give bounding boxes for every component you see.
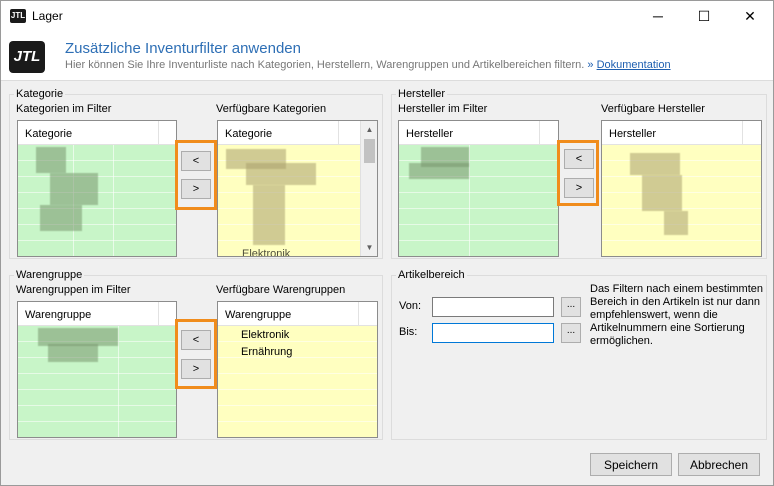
bis-browse-button[interactable]: ... [561,323,581,343]
close-button[interactable]: ✕ [727,1,773,31]
list-column-header[interactable]: Warengruppe [18,302,176,326]
hersteller-legend: Hersteller [396,88,448,100]
list-column-header[interactable]: Kategorie [218,121,360,145]
von-label: Von: [399,300,422,312]
app-icon: JTL [10,9,26,23]
list-column-header[interactable]: Hersteller [399,121,558,145]
list-column-header[interactable]: Hersteller [602,121,761,145]
verfuegbare-hersteller-label: Verfügbare Hersteller [601,103,705,115]
list-item[interactable]: Ernährung [241,346,292,358]
add-warengruppe-button[interactable]: > [181,359,211,379]
kategorie-legend: Kategorie [14,88,66,100]
blurred-entry [36,147,66,173]
artikelbereich-legend: Artikelbereich [396,269,467,281]
list-scrollbar[interactable]: ▲ ▼ [360,121,377,256]
verfuegbare-warengruppen-label: Verfügbare Warengruppen [216,284,346,296]
von-browse-button[interactable]: ... [561,297,581,317]
warengruppen-im-filter-label: Warengruppen im Filter [16,284,131,296]
verfuegbare-kategorien-list[interactable]: Kategorie Elektronik ▲ ▼ [217,120,378,257]
blurred-entry [246,163,316,185]
blurred-entry [642,175,682,211]
bis-label: Bis: [399,326,418,338]
column-header-label: Kategorie [25,128,73,140]
bis-input[interactable] [432,323,554,343]
column-header-label: Warengruppe [225,309,292,321]
link-prefix: » [587,59,594,71]
kategorien-im-filter-label: Kategorien im Filter [16,103,112,115]
kategorien-im-filter-list[interactable]: Kategorie [17,120,177,257]
hersteller-im-filter-label: Hersteller im Filter [398,103,488,115]
list-rows: Elektronik Ernährung [218,326,377,437]
list-item-partial[interactable]: Elektronik [242,248,290,256]
blurred-entry [253,185,285,245]
von-input[interactable] [432,297,554,317]
list-rows [399,145,558,256]
window-title: Lager [32,9,63,23]
list-item[interactable]: Elektronik [241,329,289,341]
dialog-subtitle: Hier können Sie Ihre Inventurliste nach … [65,59,671,71]
remove-hersteller-button[interactable]: < [564,149,594,169]
column-header-label: Hersteller [609,128,657,140]
maximize-button[interactable]: ☐ [681,1,727,31]
list-rows: Elektronik [218,145,360,256]
verfuegbare-kategorien-label: Verfügbare Kategorien [216,103,327,115]
add-kategorie-button[interactable]: > [181,179,211,199]
blurred-entry [50,173,98,205]
list-column-header[interactable]: Kategorie [18,121,176,145]
column-header-label: Hersteller [406,128,454,140]
warengruppe-legend: Warengruppe [14,269,85,281]
documentation-link[interactable]: Dokumentation [597,59,671,71]
list-column-header[interactable]: Warengruppe [218,302,377,326]
dialog-title: Zusätzliche Inventurfilter anwenden [65,40,301,57]
list-rows [18,145,176,256]
blurred-entry [48,344,98,362]
verfuegbare-hersteller-list[interactable]: Hersteller [601,120,762,257]
warengruppen-im-filter-list[interactable]: Warengruppe [17,301,177,438]
blurred-entry [664,211,688,235]
subtitle-text: Hier können Sie Ihre Inventurliste nach … [65,59,585,71]
blurred-entry [409,163,469,179]
dialog-window: JTL Lager ─ ☐ ✕ JTL Zusätzliche Inventur… [0,0,774,486]
minimize-button[interactable]: ─ [635,1,681,31]
hersteller-im-filter-list[interactable]: Hersteller [398,120,559,257]
remove-warengruppe-button[interactable]: < [181,330,211,350]
list-rows [602,145,761,256]
column-header-label: Kategorie [225,128,273,140]
save-button[interactable]: Speichern [590,453,672,476]
scroll-thumb[interactable] [364,139,375,163]
remove-kategorie-button[interactable]: < [181,151,211,171]
blurred-entry [630,153,680,175]
scroll-up-arrow[interactable]: ▲ [361,121,377,138]
cancel-button[interactable]: Abbrechen [678,453,760,476]
artikelbereich-note: Das Filtern nach einem bestimmten Bereic… [590,283,764,347]
column-header-label: Warengruppe [25,309,92,321]
verfuegbare-warengruppen-list[interactable]: Warengruppe Elektronik Ernährung [217,301,378,438]
dialog-header: JTL Zusätzliche Inventurfilter anwenden … [1,31,773,81]
scroll-down-arrow[interactable]: ▼ [361,239,377,256]
add-hersteller-button[interactable]: > [564,178,594,198]
list-rows [18,326,176,437]
blurred-entry [40,205,82,231]
jtl-logo: JTL [9,41,45,73]
title-bar: JTL Lager ─ ☐ ✕ [1,1,773,31]
